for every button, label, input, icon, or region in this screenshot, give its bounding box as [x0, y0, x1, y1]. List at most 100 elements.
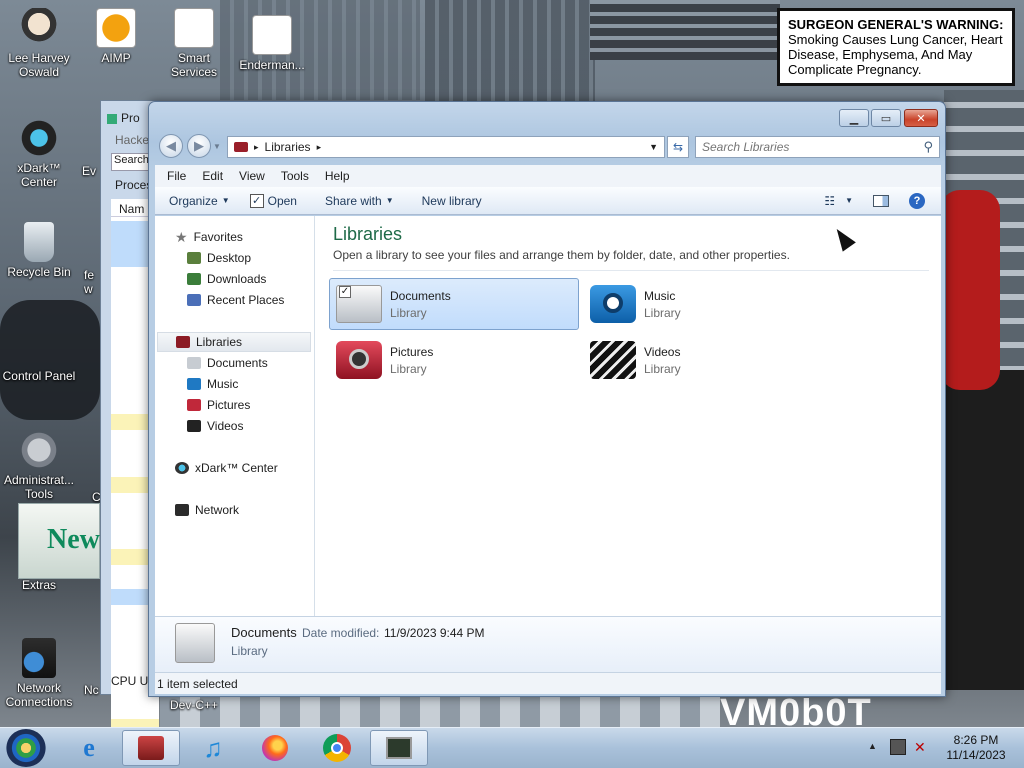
- library-name: Videos: [644, 344, 681, 359]
- desktop-icon-administrative-tools[interactable]: Administrat... Tools: [0, 430, 78, 501]
- partial-label-text: Nc: [84, 683, 99, 697]
- firefox-icon: [262, 735, 288, 761]
- process-hacker-icon: [386, 737, 412, 759]
- desktop-icon-enderman[interactable]: Enderman...: [233, 15, 311, 72]
- library-item-pictures[interactable]: Pictures Library: [329, 334, 579, 386]
- desktop-icon-label: Administrat... Tools: [3, 473, 75, 501]
- documents-icon: [187, 357, 201, 369]
- background-window-tab[interactable]: Hacke: [115, 133, 149, 147]
- chevron-down-icon: ▼: [845, 196, 853, 205]
- library-name: Pictures: [390, 344, 434, 359]
- nav-libraries[interactable]: Libraries: [157, 332, 311, 352]
- taskbar-media[interactable]: ♫: [184, 730, 242, 766]
- clock[interactable]: 8:26 PM 11/14/2023: [938, 733, 1014, 763]
- menu-view[interactable]: View: [231, 169, 273, 183]
- show-hidden-icons-button[interactable]: ▲: [868, 741, 877, 751]
- desktop-icon-label: AIMP: [101, 51, 131, 65]
- library-item-music[interactable]: Music Library: [583, 278, 833, 330]
- chevron-up-icon: ▲: [868, 741, 877, 751]
- desktop-icon-label: Network Connections: [5, 681, 73, 709]
- desktop-icon-control-panel[interactable]: Control Panel: [0, 326, 78, 383]
- view-options-button[interactable]: ☷ ▼: [814, 194, 863, 208]
- new-library-button[interactable]: New library: [412, 194, 492, 208]
- minimize-button[interactable]: ▁: [839, 109, 869, 127]
- search-box[interactable]: ⚲: [695, 136, 940, 158]
- internet-explorer-icon: e: [83, 733, 95, 762]
- network-icon: [175, 504, 189, 516]
- refresh-button[interactable]: ⇆: [667, 136, 689, 158]
- taskbar-chrome[interactable]: [308, 730, 366, 766]
- maximize-button[interactable]: ▭: [871, 109, 901, 127]
- library-type: Library: [390, 305, 427, 320]
- gear-icon: [19, 430, 59, 470]
- nav-label: Recent Places: [207, 293, 285, 307]
- chevron-down-icon: ▼: [385, 196, 394, 205]
- search-icon[interactable]: ⚲: [923, 139, 933, 155]
- search-input[interactable]: [702, 140, 902, 154]
- back-button[interactable]: ◀: [159, 134, 183, 158]
- organize-button[interactable]: Organize ▼: [159, 194, 240, 208]
- help-button[interactable]: ?: [899, 192, 935, 209]
- aimp-icon: [96, 8, 136, 48]
- address-dropdown-icon[interactable]: ▼: [649, 142, 658, 152]
- close-icon: ✕: [916, 112, 926, 125]
- share-with-button[interactable]: Share with ▼: [315, 194, 404, 208]
- preview-pane-button[interactable]: [863, 194, 899, 207]
- start-button[interactable]: [6, 729, 46, 767]
- network-tray-icon[interactable]: [890, 739, 906, 755]
- nav-downloads[interactable]: Downloads: [187, 269, 266, 289]
- command-bar: Organize ▼ ✓ Open Share with ▼ New library …: [155, 187, 941, 215]
- nav-recent-places[interactable]: Recent Places: [187, 290, 284, 310]
- pictures-library-icon: [336, 341, 382, 379]
- background-window-tab[interactable]: Proces: [115, 178, 152, 192]
- forward-button[interactable]: ▶: [187, 134, 211, 158]
- desktop-icon-label: Extras: [21, 578, 56, 592]
- menu-edit[interactable]: Edit: [194, 169, 231, 183]
- close-button[interactable]: ✕: [904, 109, 938, 127]
- menu-tools[interactable]: Tools: [273, 169, 317, 183]
- taskbar-firefox[interactable]: [246, 730, 304, 766]
- nav-xdark-center[interactable]: xDark™ Center: [175, 458, 278, 478]
- library-item-documents[interactable]: ✓ Documents Library: [329, 278, 579, 330]
- pictures-icon: [187, 399, 201, 411]
- nav-favorites[interactable]: ★ Favorites: [175, 227, 243, 247]
- nav-videos[interactable]: Videos: [187, 416, 243, 436]
- network-icon: [22, 638, 56, 678]
- library-item-videos[interactable]: Videos Library: [583, 334, 833, 386]
- open-button[interactable]: ✓ Open: [240, 193, 307, 208]
- page-subtitle: Open a library to see your files and arr…: [333, 248, 790, 262]
- desktop-icon-network-connections[interactable]: Network Connections: [0, 638, 78, 709]
- desktop-icon-xdark-center[interactable]: xDark™ Center: [0, 118, 78, 189]
- address-bar[interactable]: ▸ Libraries ▸ ▼: [227, 136, 665, 158]
- menu-help[interactable]: Help: [317, 169, 358, 183]
- nav-desktop[interactable]: Desktop: [187, 248, 251, 268]
- desktop-icon-aimp[interactable]: AIMP: [77, 8, 155, 65]
- menu-file[interactable]: File: [159, 169, 194, 183]
- taskbar-internet-explorer[interactable]: e: [60, 730, 118, 766]
- desktop-icon-lee-harvey-oswald[interactable]: Lee Harvey Oswald: [0, 8, 78, 79]
- refresh-icon: ⇆: [672, 140, 684, 154]
- library-name: Music: [644, 288, 676, 303]
- control-panel-icon: [19, 326, 59, 366]
- nav-music[interactable]: Music: [187, 374, 238, 394]
- new-library-label: New library: [421, 193, 482, 208]
- recent-pages-dropdown[interactable]: ▼: [213, 142, 221, 151]
- menu-bar: File Edit View Tools Help: [155, 165, 941, 187]
- background-speaker: [944, 370, 1024, 690]
- volume-muted-icon[interactable]: ✕: [914, 739, 926, 756]
- taskbar: e ♫ ▲ ✕ 8:26 PM 11/14/2023: [0, 727, 1024, 768]
- nav-label: Videos: [207, 419, 244, 433]
- partial-label-text: Ev: [82, 164, 97, 178]
- nav-network[interactable]: Network: [175, 500, 239, 520]
- nav-pictures[interactable]: Pictures: [187, 395, 250, 415]
- nav-label: Desktop: [207, 251, 252, 265]
- desktop-icon-smart-services[interactable]: Smart Services: [155, 8, 233, 79]
- share-with-label: Share with: [324, 193, 382, 208]
- taskbar-libraries[interactable]: [122, 730, 180, 766]
- breadcrumb-libraries[interactable]: Libraries: [265, 140, 311, 154]
- nav-documents[interactable]: Documents: [187, 353, 268, 373]
- taskbar-process-hacker[interactable]: [370, 730, 428, 766]
- desktop-icon-dev-cpp[interactable]: Dev-C++: [155, 698, 233, 712]
- desktop-icon-recycle-bin[interactable]: Recycle Bin: [0, 222, 78, 279]
- explorer-window: ▁ ▭ ✕ ◀ ▶ ▼ ▸ Libraries ▸ ▼ ⇆ ⚲ File Edi…: [148, 101, 946, 697]
